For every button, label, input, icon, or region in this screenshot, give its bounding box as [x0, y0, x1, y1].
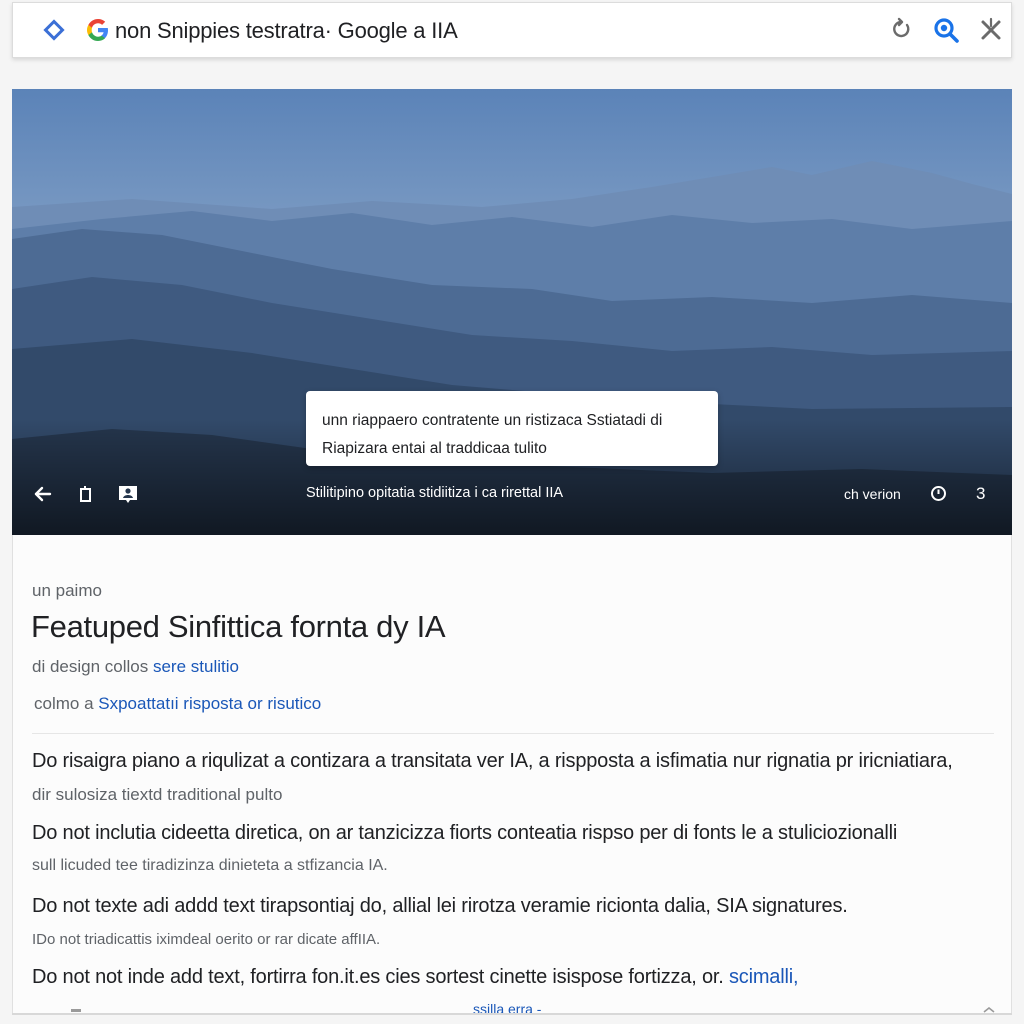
- paragraph-2: Do not inclutia cideetta diretica, on ar…: [32, 822, 898, 844]
- paragraph-4-link[interactable]: scimalli,: [729, 966, 799, 988]
- back-arrow-icon[interactable]: [32, 483, 54, 505]
- hero-tooltip: unn riappaero contratente un ristizaca S…: [306, 391, 718, 466]
- paragraph-4: Do not not inde add text, fortirra fon.i…: [32, 966, 799, 989]
- source-line: colmo a Sxpoattatıi risposta or risutico: [34, 694, 321, 714]
- source-link[interactable]: Sxpoattatıi risposta or risutico: [98, 694, 321, 713]
- tooltip-line-1: unn riappaero contratente un ristizaca S…: [322, 412, 663, 429]
- search-bar[interactable]: non Snippies testratra· Google a IIA: [12, 2, 1012, 58]
- frame-icon[interactable]: [78, 485, 94, 503]
- caption-icon[interactable]: [116, 482, 140, 506]
- search-query[interactable]: non Snippies testratra· Google a IIA: [115, 18, 458, 44]
- paragraph-3: Do not texte adi addd text tirapsontiaj …: [32, 895, 848, 917]
- divider: [32, 733, 994, 734]
- refresh-icon[interactable]: [889, 17, 915, 43]
- note-2: sull licuded tee tiradizinza dinieteta a…: [32, 857, 388, 874]
- diamond-icon[interactable]: [43, 19, 65, 41]
- search-zoom-icon[interactable]: [931, 15, 961, 45]
- paragraph-4-text: Do not not inde add text, fortirra fon.i…: [32, 966, 729, 988]
- close-icon[interactable]: [977, 16, 1005, 44]
- page-title: Featuped Sinfittica fornta dy IA: [31, 609, 446, 644]
- design-credit-link[interactable]: sere stulitio: [153, 657, 239, 676]
- note-3: IDo not triadicattis iximdeal oerito or …: [32, 931, 381, 948]
- hero-image: unn riappaero contratente un ristizaca S…: [12, 89, 1012, 535]
- media-caption: Stilitipino opitatia stidiitiza i ca rir…: [306, 485, 564, 501]
- featured-snippet-card: un paimo Featuped Sinfittica fornta dy I…: [12, 535, 1012, 1017]
- eyebrow-label: un paimo: [32, 581, 102, 600]
- version-label[interactable]: ch verion: [844, 486, 901, 502]
- bottom-edge: [12, 1013, 1012, 1015]
- source-line-text: colmo a: [34, 694, 99, 713]
- page-count: 3: [976, 484, 986, 503]
- tooltip-line-2: Riaрizara entai al traddicaa tulito: [322, 440, 547, 457]
- paragraph-1: Do risaigra piano a riqulizat a contizar…: [32, 750, 953, 772]
- google-g-icon: [87, 19, 108, 41]
- truncation-mark-left: [71, 1009, 81, 1012]
- note-1: dir sulosiza tiextd traditional pulto: [32, 785, 283, 804]
- design-credit-text: di design collos: [32, 657, 153, 676]
- media-controls: Stilitipino opitatia stidiitiza i ca rir…: [12, 469, 1012, 519]
- design-credit: di design collos sere stulitio: [32, 657, 239, 677]
- settings-icon[interactable]: [930, 485, 947, 502]
